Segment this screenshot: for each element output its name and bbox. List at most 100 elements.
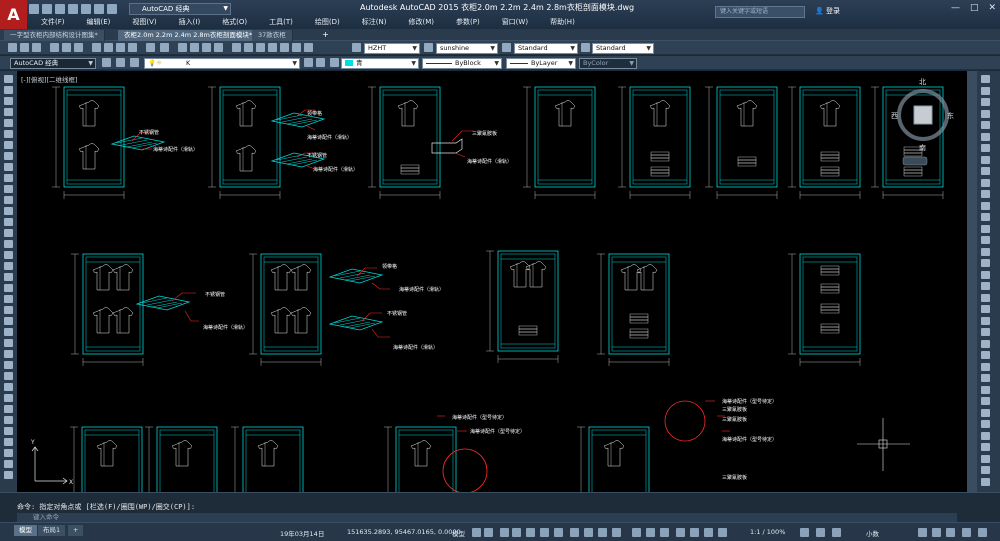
stretch-icon[interactable]	[981, 167, 990, 175]
wardrobe-elevation[interactable]	[383, 426, 457, 492]
menu-icon[interactable]	[978, 528, 987, 537]
new-icon[interactable]	[8, 43, 17, 52]
break-at-point-icon[interactable]	[981, 201, 990, 210]
center-mark-icon[interactable]	[981, 443, 990, 451]
wardrobe-elevation[interactable]	[51, 86, 125, 200]
search-input[interactable]: 键入关键字或短语	[715, 6, 805, 18]
extend-icon[interactable]	[4, 405, 13, 413]
workspace-dropdown[interactable]: AutoCAD 经典 ▼	[129, 3, 231, 15]
cut-icon[interactable]	[92, 43, 101, 52]
markup-icon[interactable]	[280, 43, 289, 52]
tool-palettes-icon[interactable]	[256, 43, 265, 52]
annotation-visibility-icon[interactable]	[612, 528, 621, 537]
publish-icon[interactable]	[74, 43, 83, 52]
copy-icon[interactable]	[4, 306, 13, 314]
copy-icon[interactable]	[981, 86, 990, 95]
properties-icon[interactable]	[232, 43, 241, 52]
viewcube-north[interactable]: 北	[919, 78, 926, 86]
circle-icon[interactable]	[4, 141, 13, 149]
spline-icon[interactable]	[4, 163, 13, 171]
workspace-toolbar-dropdown[interactable]: AutoCAD 经典 ▼	[10, 58, 96, 69]
menu-tools[interactable]: 工具(T)	[258, 17, 304, 28]
table-style-dropdown[interactable]: Standard ▼	[514, 43, 578, 54]
wardrobe-elevation[interactable]	[70, 253, 144, 367]
join-icon[interactable]	[981, 224, 990, 233]
tab-model[interactable]: 模型	[14, 525, 37, 536]
offset-icon[interactable]	[981, 109, 990, 118]
tab-document-2[interactable]: 衣柜2.0m 2.2m 2.4m 2.8m衣柜剖面模块*	[118, 30, 260, 41]
plot-icon[interactable]	[81, 4, 91, 14]
object-snap-icon[interactable]	[554, 528, 563, 537]
blend-icon[interactable]	[981, 259, 990, 267]
hatch-icon[interactable]	[4, 229, 13, 237]
wardrobe-elevation[interactable]	[617, 86, 691, 200]
zoom-realtime-icon[interactable]	[190, 43, 199, 52]
open-icon[interactable]	[42, 4, 52, 14]
make-current-layer-icon[interactable]	[304, 58, 313, 67]
wardrobe-elevation[interactable]	[870, 86, 944, 200]
pan-icon[interactable]	[178, 43, 187, 52]
close-button[interactable]: ✕	[988, 3, 996, 13]
wardrobe-elevation[interactable]	[596, 253, 670, 367]
layer-previous-icon[interactable]	[316, 58, 325, 67]
erase-icon[interactable]	[4, 295, 13, 303]
hardware-acceleration-icon[interactable]	[832, 528, 841, 537]
lineweight-icon[interactable]	[570, 528, 579, 537]
wardrobe-elevation[interactable]	[576, 426, 650, 492]
quick-properties-icon[interactable]	[704, 528, 713, 537]
maximize-button[interactable]: □	[970, 3, 979, 13]
tab-document-1[interactable]: 一字型衣柜内部结构设计图集*	[4, 30, 105, 41]
preview-icon[interactable]	[62, 43, 71, 52]
break-icon[interactable]	[981, 213, 990, 221]
wcs-menu-button[interactable]	[902, 156, 928, 166]
menu-draw[interactable]: 绘图(D)	[304, 17, 351, 28]
arc-icon[interactable]	[4, 130, 13, 138]
workspace-settings-icon[interactable]	[102, 58, 111, 67]
make-block-icon[interactable]	[4, 207, 13, 215]
save-icon[interactable]	[32, 43, 41, 52]
wardrobe-elevation[interactable]	[248, 253, 322, 367]
menu-file[interactable]: 文件(F)	[30, 17, 76, 28]
menu-dimension[interactable]: 标注(N)	[351, 17, 398, 28]
help-icon[interactable]	[304, 43, 313, 52]
move-icon[interactable]	[4, 350, 13, 358]
wardrobe-elevation[interactable]	[485, 250, 559, 364]
annotation-scale-display[interactable]: 1:1 / 100%	[750, 528, 785, 536]
zoom-window-icon[interactable]	[202, 43, 211, 52]
zoom-previous-icon[interactable]	[214, 43, 223, 52]
rotate-icon[interactable]	[981, 144, 990, 152]
annotation-autoscale-icon[interactable]	[632, 528, 641, 537]
dim-diameter-icon[interactable]	[981, 351, 990, 359]
clean-screen-icon[interactable]	[946, 528, 955, 537]
save-icon[interactable]	[55, 4, 65, 14]
viewcube[interactable]: 北 东 西 南	[891, 78, 954, 166]
workspace-switch-icon[interactable]	[660, 528, 669, 537]
sheet-set-icon[interactable]	[268, 43, 277, 52]
mleader-style-dropdown[interactable]: Standard ▼	[592, 43, 654, 54]
annotation-monitor-icon[interactable]	[676, 528, 685, 537]
region-icon[interactable]	[4, 251, 13, 259]
wardrobe-elevation[interactable]	[207, 86, 281, 200]
join-icon[interactable]	[4, 427, 13, 435]
revision-cloud-icon[interactable]	[4, 152, 13, 160]
dim-continue-icon[interactable]	[981, 397, 990, 405]
customize-icon[interactable]	[962, 528, 971, 537]
copy-icon[interactable]	[104, 43, 113, 52]
offset-icon[interactable]	[4, 328, 13, 336]
units-display[interactable]: 小数	[866, 528, 879, 538]
move-icon[interactable]	[981, 132, 990, 141]
login-button[interactable]: 👤 登录	[815, 6, 840, 16]
erase-icon[interactable]	[981, 75, 990, 83]
selection-cycling-icon[interactable]	[598, 528, 607, 537]
wardrobe-elevation[interactable]	[230, 426, 304, 492]
menu-edit[interactable]: 编辑(E)	[76, 17, 122, 28]
viewcube-west[interactable]: 西	[891, 112, 898, 120]
color-dropdown[interactable]: 青 ▼	[341, 58, 419, 69]
tab-layout1[interactable]: 布局1	[38, 525, 66, 536]
viewcube-east[interactable]: 东	[947, 111, 954, 120]
mirror-icon[interactable]	[4, 317, 13, 325]
rotate-icon[interactable]	[4, 361, 13, 369]
stretch-icon[interactable]	[4, 383, 13, 391]
wardrobe-elevation[interactable]	[367, 86, 441, 200]
scale-icon[interactable]	[981, 155, 990, 164]
